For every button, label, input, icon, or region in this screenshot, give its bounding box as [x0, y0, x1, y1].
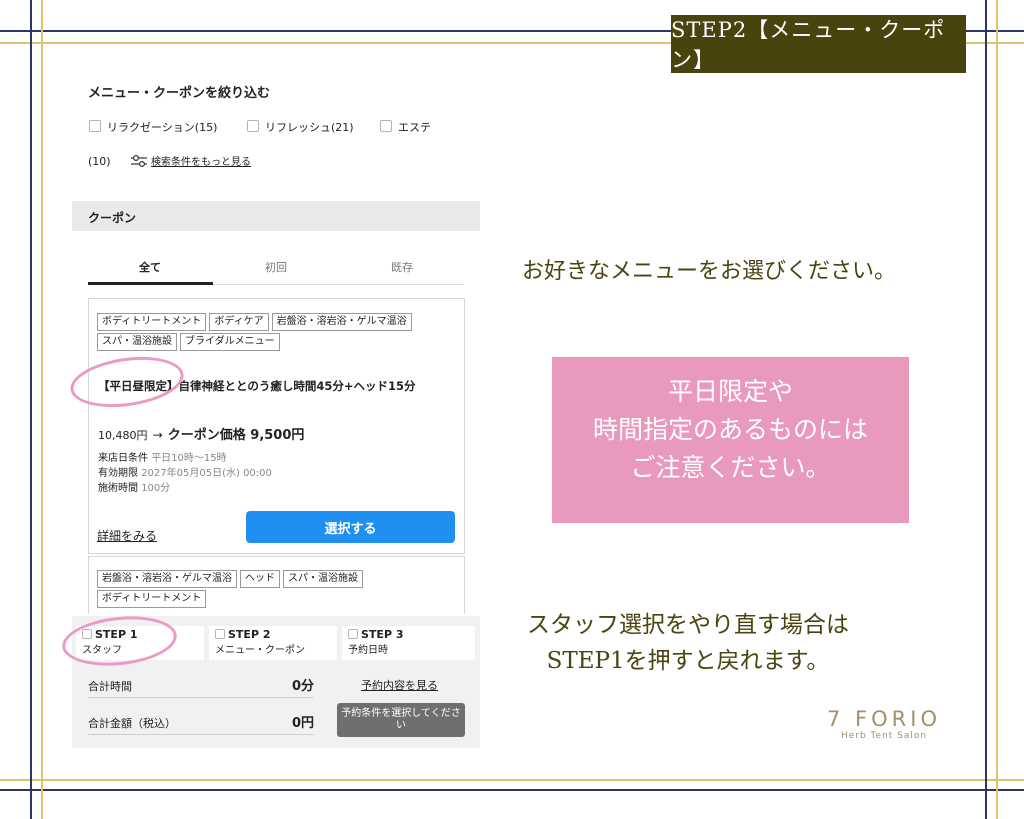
note-redo-line: STEP1を押すと戻れます。: [546, 648, 830, 674]
coupon-conditions: 来店日条件 平日10時～15時 有効期限 2027年05月05日(水) 00:0…: [98, 451, 272, 496]
original-price: 10,480円: [98, 429, 148, 442]
filter-option-esthe[interactable]: エステ: [380, 119, 431, 135]
filter-option-refresh[interactable]: リフレッシュ(21): [247, 119, 354, 135]
total-price-value: 0円: [291, 716, 314, 731]
condition-value: 100分: [141, 483, 171, 494]
condition-value: 平日10時～15時: [151, 453, 227, 464]
step-3-datetime[interactable]: STEP 3 予約日時: [342, 626, 475, 660]
condition-row: 来店日条件 平日10時～15時: [98, 451, 272, 466]
checkbox-icon: [348, 629, 358, 639]
checkbox-icon[interactable]: [247, 120, 259, 132]
total-time-label: 合計時間: [88, 680, 132, 693]
filter-option-label: エステ: [398, 121, 431, 134]
coupon-detail-link[interactable]: 詳細をみる: [97, 527, 157, 544]
caution-line: 平日限定や: [667, 377, 793, 406]
frame-line-bottom-navy: [0, 789, 1024, 791]
caution-line: ご注意ください。: [630, 453, 831, 482]
condition-row: 有効期限 2027年05月05日(水) 00:00: [98, 466, 272, 481]
step-label: メニュー・クーポン: [215, 645, 305, 656]
condition-label: 来店日条件: [98, 453, 148, 464]
coupon-tags-row2: スパ・温浴施設 ブライダルメニュー: [97, 329, 283, 354]
frame-line-left-navy: [30, 0, 32, 819]
condition-row: 施術時間 100分: [98, 481, 272, 496]
total-price-divider: [88, 734, 314, 735]
frame-line-bottom-gold: [0, 779, 1024, 781]
coupon-tag: スパ・温浴施設: [97, 333, 177, 351]
total-time-divider: [88, 697, 314, 698]
coupon-tag: スパ・温浴施設: [283, 570, 363, 588]
more-filters-link[interactable]: 検索条件をもっと見る: [131, 153, 251, 168]
coupon-title-rest: 自律神経ととのう癒し時間45分+ヘッド15分: [178, 379, 416, 393]
tab-active-indicator: [88, 282, 213, 285]
note-choose-menu: お好きなメニューをお選びください。: [522, 259, 897, 284]
tab-first-visit[interactable]: 初回: [216, 259, 336, 275]
frame-line-right-gold: [996, 0, 998, 819]
filter-option-label: リフレッシュ(21): [265, 121, 354, 134]
coupon-tag: ボディトリートメント: [97, 590, 207, 608]
frame-line-left-gold: [41, 0, 43, 819]
coupon-tag: ヘッド: [240, 570, 280, 588]
checkbox-icon: [215, 629, 225, 639]
select-coupon-button[interactable]: 選択する: [246, 511, 455, 543]
reserve-conditions-button[interactable]: 予約条件を選択してください: [337, 703, 465, 737]
price-arrow: →: [152, 428, 163, 442]
step-label: 予約日時: [348, 645, 388, 656]
filter-overflow-count: (10): [88, 155, 111, 168]
sliders-icon: [131, 154, 147, 168]
total-price-label: 合計金額（税込）: [88, 717, 176, 730]
more-filters-label: 検索条件をもっと見る: [151, 157, 251, 168]
filter-option-label: リラクゼーション(15): [107, 121, 218, 134]
view-reservation-link[interactable]: 予約内容を見る: [361, 677, 438, 693]
step-title: STEP 2: [228, 628, 271, 641]
caution-line: 時間指定のあるものには: [592, 415, 868, 444]
coupon-tag: 岩盤浴・溶岩浴・ゲルマ温浴: [271, 313, 412, 331]
tab-all[interactable]: 全て: [90, 259, 210, 275]
checkbox-icon[interactable]: [89, 120, 101, 132]
condition-value: 2027年05月05日(水) 00:00: [141, 468, 272, 479]
condition-label: 有効期限: [98, 468, 138, 479]
total-time-value: 0分: [291, 679, 314, 694]
coupon-price: クーポン価格 9,500円: [167, 428, 305, 443]
tab-existing[interactable]: 既存: [342, 259, 462, 275]
brand-tagline: Herb Tent Salon: [840, 731, 928, 741]
coupon-tag: ブライダルメニュー: [180, 333, 280, 351]
frame-line-right-navy: [985, 0, 987, 819]
coupon-section-header: クーポン: [72, 201, 480, 231]
filter-heading: メニュー・クーポンを絞り込む: [88, 86, 271, 101]
note-redo-line: スタッフ選択をやり直す場合は: [527, 612, 849, 638]
condition-label: 施術時間: [98, 483, 138, 494]
coupon-price-line: 10,480円 → クーポン価格 9,500円: [98, 424, 304, 443]
note-redo-step: スタッフ選択をやり直す場合は STEP1を押すと戻れます。: [478, 607, 898, 679]
checkbox-icon[interactable]: [380, 120, 392, 132]
filter-option-relaxation[interactable]: リラクゼーション(15): [89, 119, 217, 135]
coupon2-tags-row2: ボディトリートメント: [97, 586, 209, 611]
step-title: STEP 3: [361, 628, 404, 641]
brand-logo: 7 FORIO Herb Tent Salon: [800, 707, 968, 741]
caution-note-box: 平日限定や 時間指定のあるものには ご注意ください。: [552, 357, 909, 523]
step-banner: STEP2【メニュー・クーポン】: [671, 15, 966, 73]
brand-name: 7 FORIO: [827, 707, 941, 731]
step-2-menu-coupon[interactable]: STEP 2 メニュー・クーポン: [209, 626, 337, 660]
